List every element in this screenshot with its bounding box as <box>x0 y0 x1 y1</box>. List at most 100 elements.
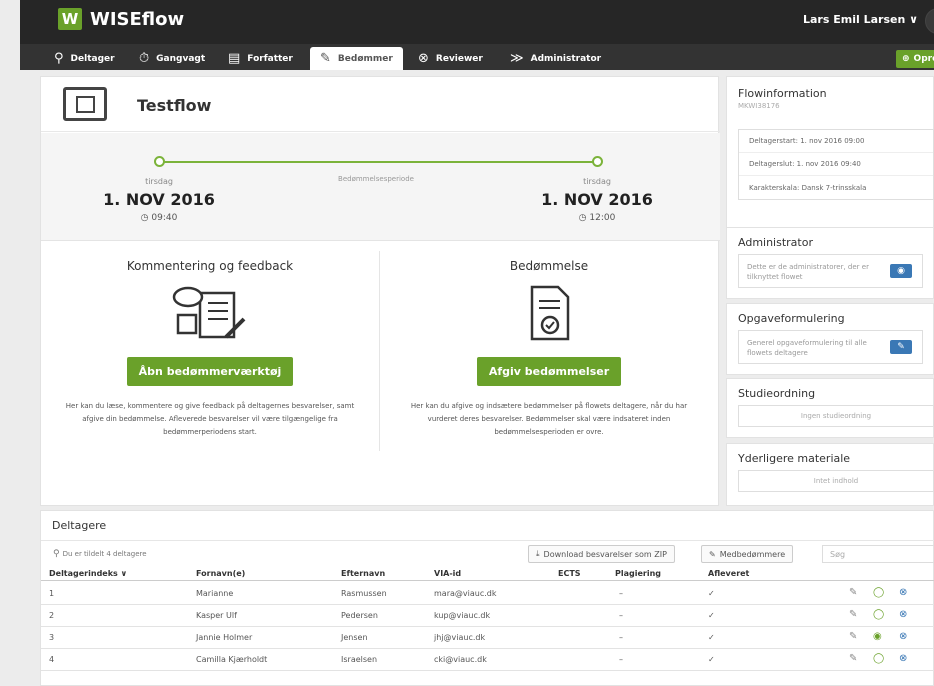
tab-deltager[interactable]: ⚲ Deltager <box>54 47 115 70</box>
tab-administrator[interactable]: ≫ Administrator <box>510 47 601 70</box>
end-date: 1. NOV 2016 <box>541 190 653 209</box>
comment-icon[interactable]: ◯ <box>873 609 884 620</box>
admin-note-text: Dette er de administratorer, der er tilk… <box>747 263 869 281</box>
period-label: Bedømmelsesperiode <box>338 175 414 183</box>
tab-reviewer[interactable]: ⊗ Reviewer <box>418 47 483 70</box>
grading-description: Her kan du afgive og indsætere bedømmels… <box>410 402 688 436</box>
feedback-title: Kommentering og feedback <box>126 259 294 273</box>
assignment-card: Opgaveformulering Generel opgaveformuler… <box>726 303 934 375</box>
participant-count-text: Du er tildelt 4 deltagere <box>62 550 147 558</box>
table-row[interactable]: 2 Kasper Ulf Pedersen kup@viauc.dk – ✓ ✎… <box>41 605 934 627</box>
col-submitted[interactable]: Afleveret <box>708 569 749 578</box>
flowinfo-title: Flowinformation <box>738 87 827 100</box>
wiseflow-logo-icon: W <box>58 8 82 30</box>
tab-gangvagt[interactable]: ⏱ Gangvagt <box>139 47 205 70</box>
monitor-icon <box>63 87 107 121</box>
cell-submitted: ✓ <box>708 611 715 620</box>
col-index[interactable]: Deltagerindeks ∨ <box>49 569 127 578</box>
submit-grades-button[interactable]: Afgiv bedømmelser <box>476 357 622 386</box>
cell-plagiarism: – <box>619 655 623 664</box>
grade-icon[interactable]: ⊗ <box>899 631 907 642</box>
participant-count: ⚲ Du er tildelt 4 deltagere <box>53 549 147 559</box>
author-icon: ▤ <box>228 51 241 66</box>
grade-icon[interactable]: ⊗ <box>899 609 907 620</box>
search-input[interactable]: Søg <box>822 545 934 563</box>
role-tabs: ⚲ Deltager ⏱ Gangvagt ▤ Forfatter ✎ Bedømmer… <box>20 44 934 70</box>
create-button[interactable]: ⊕Opret <box>896 50 934 68</box>
tab-label: Administrator <box>530 53 602 64</box>
top-header: W WISEflow Lars Emil Larsen ∨ <box>20 0 934 44</box>
grading-section: Bedømmelse Afgiv bedømmelser Her kan du … <box>380 249 718 499</box>
cell-via-id: mara@viauc.dk <box>434 589 497 598</box>
timeline-start-dot <box>154 156 165 167</box>
grading-title: Bedømmelse <box>509 259 589 273</box>
info-line-scale: Karakterskala: Dansk 7-trinsskala <box>749 183 867 192</box>
cell-lastname: Rasmussen <box>341 589 387 598</box>
cell-index: 3 <box>49 633 55 642</box>
flow-panel: Testflow tirsdag 1. NOV 2016 ◷ 09:40 Bed… <box>40 76 720 506</box>
table-row[interactable]: 4 Camilla Kjærholdt Israelsen cki@viauc.… <box>41 649 934 671</box>
tab-forfatter[interactable]: ▤ Forfatter <box>228 47 293 70</box>
start-time: ◷ 09:40 <box>89 213 229 223</box>
header-line <box>41 580 934 581</box>
reviewer-icon: ⊗ <box>418 51 429 66</box>
logo[interactable]: W WISEflow <box>58 8 184 30</box>
col-firstname[interactable]: Fornavn(e) <box>196 569 245 578</box>
cell-index: 1 <box>49 589 55 598</box>
col-ects[interactable]: ECTS <box>558 569 581 578</box>
comment-icon[interactable]: ◯ <box>873 587 884 598</box>
flowinfo-card: Flowinformation MKWI38176 Deltagerstart:… <box>726 76 934 231</box>
admin-card: Administrator Dette er de administratore… <box>726 227 934 299</box>
participants-title: Deltagere <box>52 519 107 532</box>
plus-icon: ⊕ <box>902 54 910 64</box>
download-label: Download besvarelser som ZIP <box>543 549 667 559</box>
col-via-id[interactable]: VIA-id <box>434 569 461 578</box>
flowinfo-box: Deltagerstart: 1. nov 2016 09:00 Deltage… <box>738 129 934 200</box>
attachment-icon[interactable]: ✎ <box>849 609 857 620</box>
cell-index: 4 <box>49 655 55 664</box>
cell-submitted: ✓ <box>708 655 715 664</box>
start-day: tirsdag <box>145 177 173 186</box>
extra-empty: Intet indhold <box>738 470 934 492</box>
download-zip-button[interactable]: ⤓ Download besvarelser som ZIP <box>528 545 675 563</box>
start-time-value: 09:40 <box>151 213 178 223</box>
attachment-icon[interactable]: ✎ <box>849 587 857 598</box>
end-time: ◷ 12:00 <box>527 213 667 223</box>
cell-lastname: Israelsen <box>341 655 378 664</box>
create-label: Opret <box>913 54 934 64</box>
table-row[interactable]: 3 Jannie Holmer Jensen jhj@viauc.dk – ✓ … <box>41 627 934 649</box>
coassessors-button[interactable]: ✎ Medbedømmere <box>701 545 794 563</box>
timeline-end-dot <box>592 156 603 167</box>
sidebar: Flowinformation MKWI38176 Deltagerstart:… <box>726 76 934 506</box>
open-assessor-tool-button[interactable]: Åbn bedømmerværktøj <box>126 357 294 386</box>
assignment-title: Opgaveformulering <box>738 312 845 325</box>
paperclip-icon[interactable]: ✎ <box>890 340 912 354</box>
user-menu[interactable]: Lars Emil Larsen ∨ <box>803 13 918 26</box>
extra-title: Yderligere materiale <box>738 452 851 465</box>
eye-icon[interactable]: ◉ <box>890 264 912 278</box>
comment-filled-icon[interactable]: ◉ <box>873 631 882 642</box>
study-card: Studieordning Ingen studieordning <box>726 378 934 438</box>
table-row[interactable]: 1 Marianne Rasmussen mara@viauc.dk – ✓ ✎… <box>41 583 934 605</box>
avatar[interactable] <box>925 8 934 34</box>
col-plagiarism[interactable]: Plagiering <box>615 569 661 578</box>
cell-firstname: Marianne <box>196 589 234 598</box>
cell-lastname: Pedersen <box>341 611 378 620</box>
end-day: tirsdag <box>583 177 611 186</box>
cell-via-id: cki@viauc.dk <box>434 655 487 664</box>
tab-bedommer[interactable]: ✎ Bedømmer <box>310 47 403 70</box>
download-icon: ⤓ <box>536 549 540 558</box>
col-lastname[interactable]: Efternavn <box>341 569 385 578</box>
grade-icon[interactable]: ⊗ <box>899 587 907 598</box>
timeline: tirsdag 1. NOV 2016 ◷ 09:40 Bedømmelsesp… <box>41 133 720 241</box>
comment-icon[interactable]: ◯ <box>873 653 884 664</box>
attachment-icon[interactable]: ✎ <box>849 631 857 642</box>
attachment-icon[interactable]: ✎ <box>849 653 857 664</box>
cell-plagiarism: – <box>619 611 623 620</box>
assessor-icon: ✎ <box>320 51 331 66</box>
tab-label: Deltager <box>70 53 115 64</box>
grade-icon[interactable]: ⊗ <box>899 653 907 664</box>
tab-label: Forfatter <box>247 53 293 64</box>
participant-icon: ⚲ <box>54 51 64 66</box>
cell-index: 2 <box>49 611 55 620</box>
